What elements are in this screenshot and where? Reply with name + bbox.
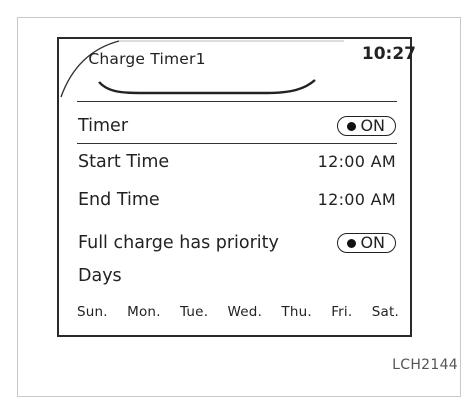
days-label: Days bbox=[78, 266, 122, 286]
full-charge-toggle[interactable]: ON bbox=[337, 233, 396, 253]
timer-toggle[interactable]: ON bbox=[337, 116, 396, 136]
full-charge-row[interactable]: Full charge has priority ON bbox=[78, 232, 396, 254]
toggle-indicator-icon bbox=[347, 121, 357, 131]
day-sat[interactable]: Sat. bbox=[372, 304, 399, 320]
timer-label: Timer bbox=[78, 116, 129, 136]
header-divider bbox=[77, 101, 397, 102]
day-thu[interactable]: Thu. bbox=[281, 304, 311, 320]
day-sun[interactable]: Sun. bbox=[77, 304, 108, 320]
timer-divider bbox=[77, 143, 397, 144]
full-charge-label: Full charge has priority bbox=[78, 233, 279, 253]
full-charge-toggle-label: ON bbox=[360, 233, 385, 252]
start-time-label: Start Time bbox=[78, 152, 170, 172]
screen-title: Charge Timer1 bbox=[88, 50, 206, 68]
day-wed[interactable]: Wed. bbox=[228, 304, 263, 320]
start-time-value: 12:00 AM bbox=[317, 152, 396, 171]
day-selector: Sun. Mon. Tue. Wed. Thu. Fri. Sat. bbox=[77, 304, 399, 320]
figure-code: LCH2144 bbox=[392, 357, 458, 373]
clock-display: 10:27 bbox=[361, 44, 416, 64]
day-tue[interactable]: Tue. bbox=[180, 304, 208, 320]
day-mon[interactable]: Mon. bbox=[127, 304, 161, 320]
toggle-indicator-icon bbox=[347, 238, 357, 248]
start-time-row[interactable]: Start Time 12:00 AM bbox=[78, 151, 396, 173]
display-screen bbox=[57, 37, 412, 337]
timer-row[interactable]: Timer ON bbox=[78, 115, 396, 137]
days-row: Days bbox=[78, 265, 396, 287]
timer-toggle-label: ON bbox=[360, 116, 385, 135]
day-fri[interactable]: Fri. bbox=[331, 304, 352, 320]
end-time-row[interactable]: End Time 12:00 AM bbox=[78, 189, 396, 211]
end-time-label: End Time bbox=[78, 190, 160, 210]
end-time-value: 12:00 AM bbox=[317, 190, 396, 209]
